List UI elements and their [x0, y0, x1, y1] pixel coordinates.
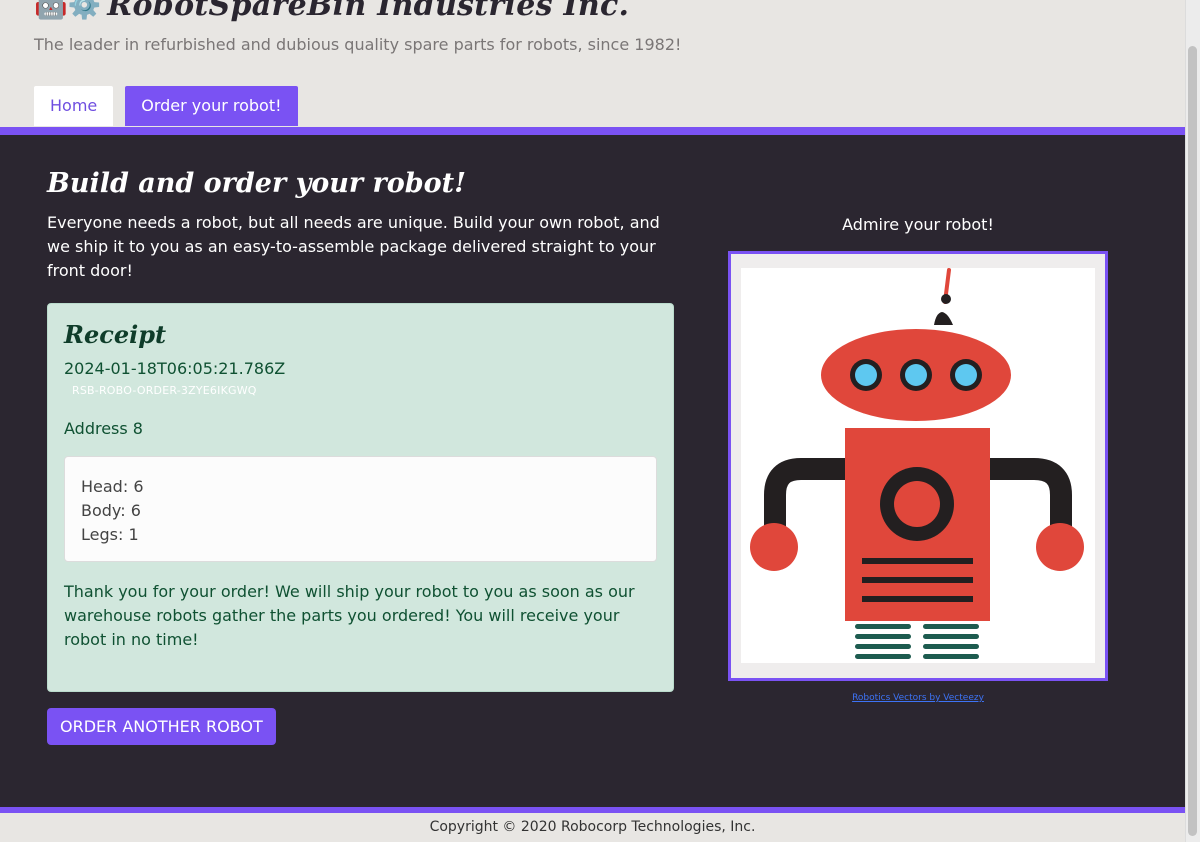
robot-preview-section: Admire your robot! Robotics Vectors by V… — [728, 215, 1108, 703]
part-head: Head: 6 — [81, 477, 144, 496]
robot-preview-title: Admire your robot! — [842, 215, 994, 234]
order-another-robot-button[interactable]: ORDER ANOTHER ROBOT — [47, 708, 276, 745]
site-title[interactable]: RobotSpareBin Industries Inc. — [107, 0, 629, 23]
part-legs: Legs: 1 — [81, 525, 139, 544]
thank-you-message: Thank you for your order! We will ship y… — [64, 582, 635, 649]
order-section: Build and order your robot! Everyone nee… — [47, 168, 674, 283]
parts-list: Head: 6 Body: 6 Legs: 1 — [64, 456, 657, 562]
page-scrollbar[interactable] — [1185, 0, 1200, 842]
receipt-address: Address 8 — [64, 419, 143, 438]
scrollbar-thumb[interactable] — [1188, 46, 1197, 836]
site-tagline: The leader in refurbished and dubious qu… — [34, 35, 682, 54]
robot-gear-logo-icon: 🤖⚙️ — [34, 0, 102, 21]
site-footer: Copyright © 2020 Robocorp Technologies, … — [0, 813, 1185, 842]
page-title: Build and order your robot! — [47, 168, 466, 199]
tab-order-your-robot[interactable]: Order your robot! — [125, 86, 298, 126]
receipt-title: Receipt — [64, 320, 167, 349]
main-content: Build and order your robot! Everyone nee… — [0, 135, 1185, 808]
main-nav: Home Order your robot! — [34, 86, 298, 126]
site-header: 🤖⚙️ RobotSpareBin Industries Inc. The le… — [0, 0, 1185, 128]
brand: 🤖⚙️ RobotSpareBin Industries Inc. — [34, 0, 629, 23]
copyright-text: Copyright © 2020 Robocorp Technologies, … — [429, 819, 756, 835]
robot-illustration — [750, 268, 1084, 659]
page: 🤖⚙️ RobotSpareBin Industries Inc. The le… — [0, 0, 1185, 842]
nav-accent-band — [0, 127, 1185, 135]
tab-home[interactable]: Home — [34, 86, 114, 126]
vecteezy-credit-link[interactable]: Robotics Vectors by Vecteezy — [728, 693, 1108, 703]
receipt-timestamp: 2024-01-18T06:05:21.786Z — [64, 359, 286, 378]
part-body: Body: 6 — [81, 501, 141, 520]
intro-text: Everyone needs a robot, but all needs ar… — [47, 213, 660, 280]
robot-image — [741, 268, 1095, 663]
robot-preview-frame — [728, 251, 1108, 681]
order-id-badge: RSB-ROBO-ORDER-3ZYE6IKGWQ — [64, 382, 265, 399]
receipt-panel: Receipt 2024-01-18T06:05:21.786Z RSB-ROB… — [47, 303, 674, 692]
